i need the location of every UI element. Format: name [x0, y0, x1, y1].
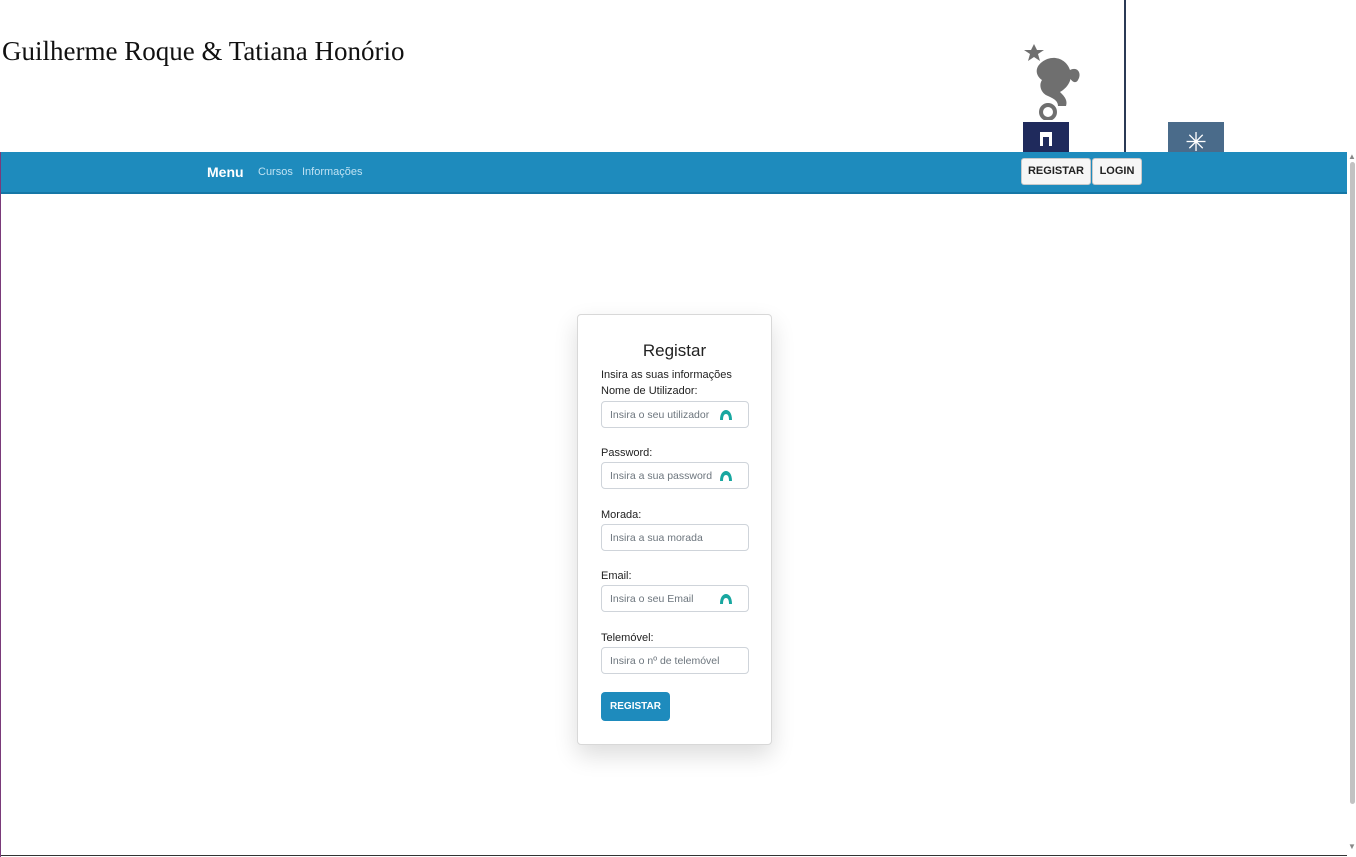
- phone-input[interactable]: Insira o nº de telemóvel: [601, 647, 749, 674]
- email-label: Email:: [601, 570, 632, 582]
- password-manager-icon[interactable]: [719, 410, 733, 420]
- register-card: Registar Insira as suas informações Nome…: [577, 314, 772, 745]
- username-placeholder: Insira o seu utilizador: [610, 409, 710, 421]
- password-placeholder: Insira a sua password: [610, 470, 713, 482]
- username-label: Nome de Utilizador:: [601, 385, 698, 397]
- form-title: Registar: [642, 341, 707, 360]
- phone-placeholder: Insira o nº de telemóvel: [610, 655, 720, 667]
- navbar: Menu Cursos Informações REGISTAR LOGIN: [1, 152, 1347, 194]
- nav-register-button[interactable]: REGISTAR: [1021, 158, 1091, 185]
- logo-divider: [1124, 0, 1126, 152]
- scrollbar[interactable]: ▲ ▼: [1347, 152, 1356, 857]
- scroll-down-arrow-icon[interactable]: ▼: [1348, 842, 1356, 851]
- address-placeholder: Insira a sua morada: [610, 532, 703, 544]
- nav-brand-menu[interactable]: Menu: [207, 164, 244, 180]
- form-subtitle: Insira as suas informações: [601, 369, 732, 381]
- email-input[interactable]: Insira o seu Email: [601, 585, 749, 612]
- username-input[interactable]: Insira o seu utilizador: [601, 401, 749, 428]
- dragon-logo-icon: [1024, 44, 1080, 120]
- address-input[interactable]: Insira a sua morada: [601, 524, 749, 551]
- register-submit-button[interactable]: REGISTAR: [601, 692, 670, 721]
- phone-label: Telemóvel:: [601, 632, 654, 644]
- address-label: Morada:: [601, 509, 642, 521]
- password-input[interactable]: Insira a sua password: [601, 462, 749, 489]
- frame-bottom-border: [1, 855, 1347, 856]
- asterisk-logo-icon: ✳: [1168, 122, 1224, 152]
- app-frame: Menu Cursos Informações REGISTAR LOGIN ▲…: [0, 152, 1356, 857]
- scroll-up-arrow-icon[interactable]: ▲: [1348, 152, 1356, 161]
- site-title: Guilherme Roque & Tatiana Honório: [2, 36, 405, 66]
- nav-link-informacoes[interactable]: Informações: [302, 166, 363, 178]
- castle-logo-icon: [1023, 122, 1069, 152]
- password-label: Password:: [601, 447, 653, 459]
- logo-area: ✳: [1010, 0, 1250, 152]
- scroll-thumb[interactable]: [1350, 162, 1355, 804]
- nav-login-button[interactable]: LOGIN: [1092, 158, 1142, 185]
- email-placeholder: Insira o seu Email: [610, 593, 694, 605]
- password-manager-icon[interactable]: [719, 594, 733, 604]
- password-manager-icon[interactable]: [719, 471, 733, 481]
- nav-link-cursos[interactable]: Cursos: [258, 166, 293, 178]
